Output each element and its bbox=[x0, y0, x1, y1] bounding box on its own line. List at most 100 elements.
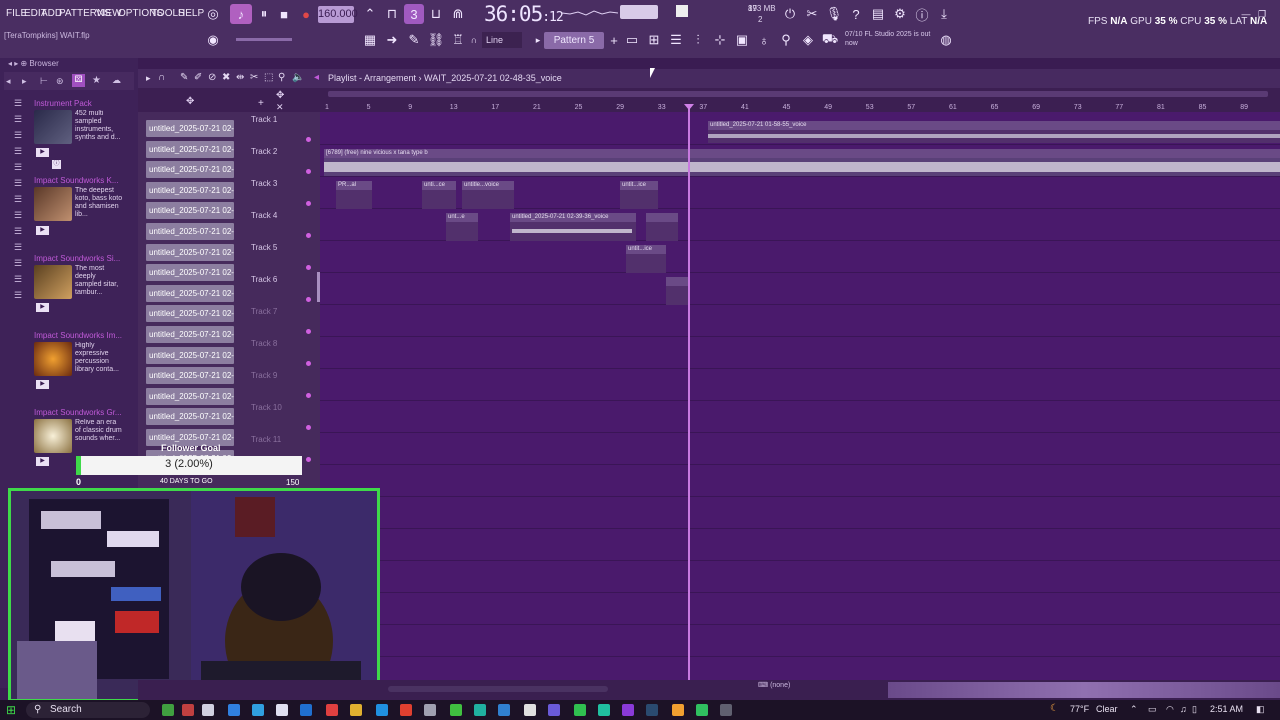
playhead-marker-icon[interactable] bbox=[684, 104, 694, 110]
pack-play-icon[interactable]: ▶ bbox=[36, 457, 49, 466]
slip-tool-icon[interactable]: ⇹ bbox=[236, 72, 244, 83]
audio-clip[interactable]: unti...ce bbox=[422, 181, 456, 209]
task-view-icon[interactable] bbox=[202, 704, 214, 716]
record-icon[interactable]: ● bbox=[296, 4, 316, 24]
step-edit-icon[interactable]: ⊔ bbox=[426, 4, 446, 24]
steam-icon[interactable] bbox=[646, 704, 658, 716]
track-label[interactable]: Track 7 bbox=[251, 307, 277, 316]
browser-app-icon[interactable] bbox=[252, 704, 264, 716]
sidebar-item-packs[interactable]: ☰ bbox=[12, 114, 24, 124]
clip-source-item[interactable]: untitled_2025-07-21 02-... bbox=[146, 243, 234, 261]
edge-icon[interactable] bbox=[228, 704, 240, 716]
horizontal-scrollbar[interactable] bbox=[328, 91, 1268, 97]
clip-source-item[interactable]: untitled_2025-07-21 02-... bbox=[146, 202, 234, 220]
pack-thumbnail[interactable] bbox=[34, 342, 72, 376]
info-icon[interactable]: ⓘ bbox=[912, 4, 932, 24]
song-position-display[interactable]: 36:05:12 bbox=[484, 2, 564, 26]
network-icon[interactable]: ▭ bbox=[1148, 704, 1157, 715]
browser-view-icon[interactable]: ⊹ bbox=[710, 30, 730, 50]
clip-source-item[interactable]: untitled_2025-07-21 02-... bbox=[146, 305, 234, 323]
piano-roll-icon[interactable]: ▦ bbox=[360, 30, 380, 50]
globe-icon[interactable]: ◍ bbox=[936, 30, 956, 50]
whatsapp-icon[interactable] bbox=[574, 704, 586, 716]
audio-clip[interactable]: PR...al bbox=[336, 181, 372, 209]
audio-clip[interactable]: unt...e bbox=[446, 213, 478, 241]
app-icon[interactable] bbox=[376, 704, 388, 716]
arrangement-grid[interactable]: 1 5 9 13 17 21 25 29 33 37 41 45 49 53 57 61 65 69 73 77 81 8… bbox=[320, 88, 1280, 688]
project-icon[interactable]: ▣ bbox=[732, 30, 752, 50]
playlist-icon[interactable]: ▭ bbox=[622, 30, 642, 50]
audio-clip[interactable]: [6789] (free) nine vicious x tana type b bbox=[324, 149, 1280, 176]
countdown-icon[interactable]: 3 bbox=[404, 4, 424, 24]
piano-roll-view-icon[interactable]: ⫶ bbox=[688, 30, 708, 50]
app-icon[interactable] bbox=[598, 704, 610, 716]
sidebar-item-rendered[interactable]: ☰ bbox=[12, 210, 24, 220]
track-mute-dot[interactable] bbox=[306, 233, 311, 238]
help-icon[interactable]: ? bbox=[846, 4, 866, 24]
clip-source-item[interactable]: untitled_2025-07-21 02-... bbox=[146, 140, 234, 158]
link-icon[interactable]: ⛓ bbox=[426, 30, 446, 50]
draw-tool-icon[interactable]: ✎ bbox=[180, 72, 188, 83]
wifi-icon[interactable]: ◠ bbox=[1166, 704, 1174, 715]
menu-help[interactable]: HELP bbox=[178, 8, 204, 19]
zoom-tool-icon[interactable]: ⚲ bbox=[278, 72, 285, 83]
sidebar-item-all[interactable]: ☰ bbox=[12, 98, 24, 108]
track-mute-dot[interactable] bbox=[306, 265, 311, 270]
mute-tool-icon[interactable]: ✖ bbox=[222, 72, 230, 83]
track-mute-dot[interactable] bbox=[306, 297, 311, 302]
track-label[interactable]: Track 4 bbox=[251, 211, 277, 220]
delete-tool-icon[interactable]: ⊘ bbox=[208, 72, 216, 83]
sidebar-item-user[interactable]: ☰ bbox=[12, 274, 24, 284]
audio-clip[interactable]: untit...ice bbox=[620, 181, 658, 209]
track-mute-dot[interactable] bbox=[306, 425, 311, 430]
clip-source-item[interactable]: untitled_2025-07-21 02-... bbox=[146, 284, 234, 302]
browser-back-icon[interactable]: ◂ bbox=[6, 76, 11, 87]
app-icon[interactable] bbox=[498, 704, 510, 716]
clip-source-item[interactable]: untitled_2025-07-21 02-... bbox=[146, 223, 234, 240]
pack-thumbnail[interactable] bbox=[34, 265, 72, 299]
taskbar-search[interactable]: ⚲ Search bbox=[26, 702, 150, 718]
playhead[interactable] bbox=[688, 106, 690, 686]
video-icon[interactable]: ◈ bbox=[798, 30, 818, 50]
discord-icon[interactable] bbox=[548, 704, 560, 716]
track-mute-dot[interactable] bbox=[306, 169, 311, 174]
store-icon[interactable] bbox=[276, 704, 288, 716]
maximize-icon[interactable]: ❐ bbox=[1252, 4, 1272, 24]
audio-clip[interactable]: untitled_2025-07-21 02-39-36_voice bbox=[510, 213, 636, 241]
metronome-icon[interactable]: ⌃ bbox=[360, 4, 380, 24]
mixer-icon[interactable]: ☰ bbox=[666, 30, 686, 50]
pencil-icon[interactable]: ✎ bbox=[404, 30, 424, 50]
taskbar-clock[interactable]: 2:51 AM bbox=[1210, 704, 1243, 714]
browser-tree-icon[interactable]: ⊢ bbox=[40, 76, 48, 87]
start-icon[interactable]: ⊞ bbox=[6, 703, 16, 717]
track-mute-dot[interactable] bbox=[306, 393, 311, 398]
pack-title[interactable]: Instrument Pack bbox=[34, 99, 136, 108]
app-icon[interactable] bbox=[696, 704, 708, 716]
track-mute-dot[interactable] bbox=[306, 457, 311, 462]
microphone-icon[interactable]: 🎙 bbox=[824, 4, 844, 24]
add-track-icon[interactable]: + bbox=[258, 98, 264, 109]
magnet-icon[interactable]: ∩ bbox=[464, 30, 484, 50]
sidebar-item-cloud[interactable]: ☰ bbox=[12, 290, 24, 300]
audio-clip[interactable]: untitled_2025-07-21 01-58-55_voice bbox=[708, 121, 1280, 143]
obs-icon[interactable] bbox=[622, 704, 634, 716]
app-icon[interactable] bbox=[326, 704, 338, 716]
taskbar-app-icon[interactable] bbox=[162, 704, 174, 716]
pack-thumbnail[interactable] bbox=[34, 419, 72, 453]
cart-icon[interactable]: ⛟ bbox=[820, 30, 840, 50]
sidebar-item-history[interactable]: ☰ bbox=[12, 258, 24, 268]
clip-source-item[interactable]: untitled_2025-07-21 02-... bbox=[146, 264, 234, 282]
browser-forward-icon[interactable]: ▸ bbox=[22, 76, 27, 87]
track-mute-dot[interactable] bbox=[306, 361, 311, 366]
browser-sandbox-icon[interactable]: ⚄ bbox=[72, 74, 85, 87]
sidebar-item-plugins[interactable]: ☰ bbox=[12, 130, 24, 140]
track-mute-dot[interactable] bbox=[306, 137, 311, 142]
undo-history-icon[interactable]: ⏻ bbox=[780, 4, 800, 24]
audio-clip[interactable]: untit...ice bbox=[626, 245, 666, 273]
song-mode-icon[interactable]: ◎ bbox=[203, 4, 223, 24]
clip-source-item[interactable]: untitled_2025-07-21 02-... bbox=[146, 387, 234, 405]
add-pattern-icon[interactable]: + bbox=[604, 30, 624, 50]
track-label[interactable]: Track 3 bbox=[251, 179, 277, 188]
clip-source-item[interactable]: untitled_2025-07-21 02-... bbox=[146, 181, 234, 199]
pack-info-icon[interactable]: ⓘ bbox=[52, 160, 61, 169]
